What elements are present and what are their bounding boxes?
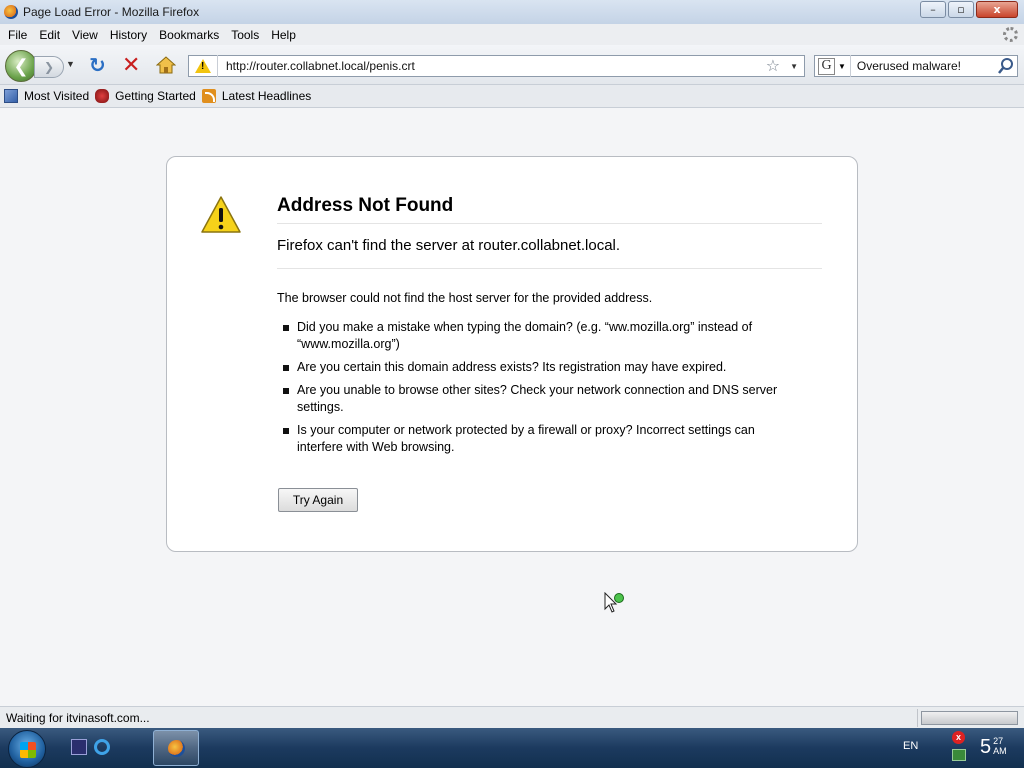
stop-icon[interactable]: ✕ bbox=[122, 54, 140, 76]
bookmarks-toolbar: Most Visited Getting Started Latest Head… bbox=[0, 85, 1024, 108]
menu-bar: File Edit View History Bookmarks Tools H… bbox=[0, 24, 1024, 45]
history-dropdown-icon[interactable]: ▼ bbox=[66, 59, 75, 69]
bookmark-label: Latest Headlines bbox=[221, 89, 312, 103]
bookmark-most-visited[interactable]: Most Visited bbox=[4, 89, 89, 103]
url-text[interactable]: http://router.collabnet.local/penis.crt bbox=[226, 59, 766, 73]
bookmark-latest-headlines[interactable]: Latest Headlines bbox=[201, 89, 312, 103]
windows-logo-icon bbox=[20, 742, 36, 758]
title-bar: Page Load Error - Mozilla Firefox – ▫ x bbox=[0, 0, 1024, 24]
maximize-button[interactable]: ▫ bbox=[948, 1, 974, 18]
menu-file[interactable]: File bbox=[2, 28, 33, 42]
network-icon[interactable] bbox=[952, 749, 966, 761]
search-engine-dropdown-icon[interactable]: ▼ bbox=[838, 62, 846, 71]
menu-view[interactable]: View bbox=[66, 28, 104, 42]
progress-fill bbox=[922, 712, 1017, 724]
firefox-icon bbox=[168, 740, 185, 757]
minimize-button[interactable]: – bbox=[920, 1, 946, 18]
clock[interactable]: 5 27 AM bbox=[980, 736, 1007, 758]
security-alert-icon[interactable]: x bbox=[952, 731, 965, 744]
menu-bookmarks[interactable]: Bookmarks bbox=[153, 28, 225, 42]
error-long-description: The browser could not find the host serv… bbox=[277, 290, 787, 462]
try-again-button[interactable]: Try Again bbox=[278, 488, 358, 512]
back-button[interactable]: ❮ bbox=[5, 50, 37, 82]
error-description: Firefox can't find the server at router.… bbox=[277, 237, 822, 269]
clock-hour: 5 bbox=[980, 736, 992, 758]
window-controls: – ▫ x bbox=[920, 1, 1018, 18]
bookmark-star-icon[interactable]: ☆ bbox=[766, 56, 780, 76]
menu-tools[interactable]: Tools bbox=[225, 28, 265, 42]
search-input[interactable]: Overused malware! bbox=[857, 59, 997, 73]
clock-ampm: AM bbox=[993, 746, 1007, 756]
forward-arrow-icon: ❯ bbox=[43, 60, 55, 74]
bookmark-getting-started[interactable]: Getting Started bbox=[95, 89, 196, 103]
list-item: Did you make a mistake when typing the d… bbox=[277, 319, 787, 353]
throbber-icon bbox=[1003, 27, 1018, 42]
search-icon[interactable] bbox=[997, 57, 1015, 75]
close-button[interactable]: x bbox=[976, 1, 1018, 18]
bookmark-label: Most Visited bbox=[24, 89, 90, 103]
reload-icon[interactable]: ↻ bbox=[89, 56, 106, 76]
most-visited-icon bbox=[4, 89, 18, 103]
visual-studio-icon[interactable] bbox=[71, 739, 87, 755]
search-engine-icon[interactable]: G bbox=[818, 57, 835, 75]
taskbar-firefox-button[interactable] bbox=[153, 730, 199, 766]
status-bar: Waiting for itvinasoft.com... bbox=[0, 706, 1024, 728]
error-title: Address Not Found bbox=[277, 195, 822, 224]
forward-button[interactable]: ❯ bbox=[34, 56, 64, 78]
clock-minute-ampm: 27 AM bbox=[993, 736, 1007, 756]
taskbar: EN x 5 27 AM bbox=[0, 728, 1024, 768]
clock-minute: 27 bbox=[993, 736, 1004, 746]
menu-edit[interactable]: Edit bbox=[33, 28, 66, 42]
warning-icon bbox=[201, 196, 241, 233]
language-indicator[interactable]: EN bbox=[903, 740, 918, 752]
busy-cursor-icon bbox=[604, 592, 624, 613]
internet-explorer-icon[interactable] bbox=[94, 739, 110, 755]
status-text: Waiting for itvinasoft.com... bbox=[6, 710, 150, 725]
firefox-icon bbox=[4, 5, 18, 19]
back-arrow-icon: ❮ bbox=[13, 55, 29, 76]
list-item: Are you certain this domain address exis… bbox=[277, 359, 787, 376]
page-content: Address Not Found Firefox can't find the… bbox=[0, 108, 1024, 706]
rss-icon bbox=[201, 89, 216, 103]
list-item: Are you unable to browse other sites? Ch… bbox=[277, 382, 787, 416]
start-button[interactable] bbox=[8, 730, 46, 768]
suggestion-list: Did you make a mistake when typing the d… bbox=[277, 319, 787, 456]
error-intro: The browser could not find the host serv… bbox=[277, 291, 653, 305]
bookmark-label: Getting Started bbox=[115, 89, 196, 103]
url-bar[interactable]: http://router.collabnet.local/penis.crt … bbox=[188, 55, 805, 77]
navigation-toolbar: ❮ ❯ ▼ ↻ ✕ http://router.collabnet.local/… bbox=[0, 45, 1024, 85]
window-title: Page Load Error - Mozilla Firefox bbox=[23, 5, 200, 19]
search-bar[interactable]: G ▼ Overused malware! bbox=[814, 55, 1018, 77]
menu-help[interactable]: Help bbox=[265, 28, 302, 42]
getting-started-icon bbox=[95, 89, 110, 103]
url-dropdown-icon[interactable]: ▼ bbox=[790, 62, 798, 71]
list-item: Is your computer or network protected by… bbox=[277, 422, 787, 456]
progress-bar bbox=[921, 711, 1018, 725]
menu-history[interactable]: History bbox=[104, 28, 153, 42]
home-icon[interactable] bbox=[156, 55, 176, 75]
site-warning-icon[interactable] bbox=[195, 59, 211, 73]
error-page-container: Address Not Found Firefox can't find the… bbox=[166, 156, 858, 552]
